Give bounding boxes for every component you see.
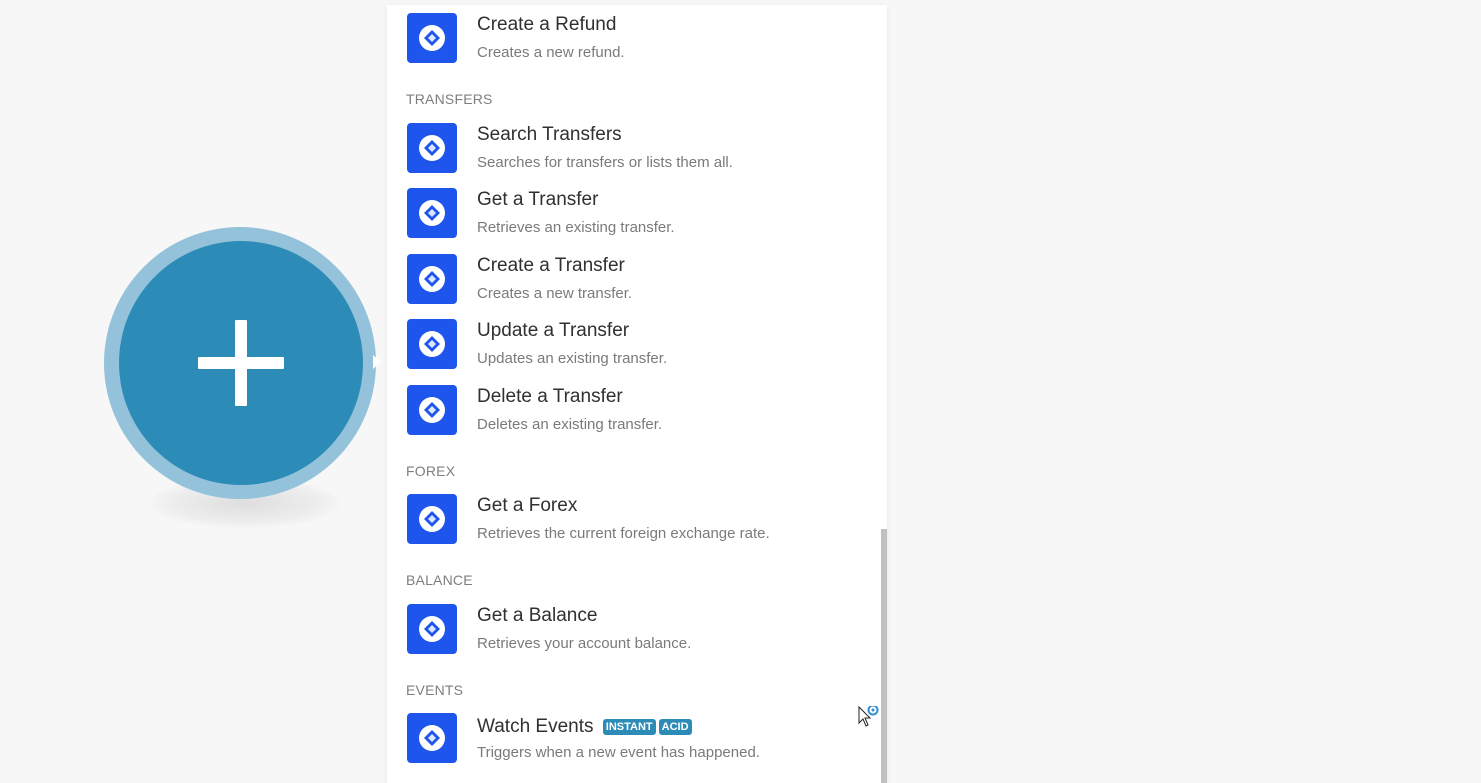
instant-badge: INSTANT [602, 719, 656, 735]
module-title: Get a Forex [477, 495, 578, 516]
app-logo-icon [407, 319, 457, 369]
module-description: Creates a new transfer. [477, 285, 633, 302]
scrollbar-track[interactable] [881, 5, 887, 783]
app-logo-icon [407, 385, 457, 435]
module-description: Retrieves the current foreign exchange r… [477, 525, 770, 542]
plus-icon-bar [198, 357, 284, 369]
module-item-create-refund[interactable]: Create a Refund Creates a new refund. [407, 11, 867, 63]
module-title: Create a Transfer [477, 255, 625, 276]
module-description: Deletes an existing transfer. [477, 416, 663, 433]
app-logo-icon [407, 188, 457, 238]
module-description: Triggers when a new event has happened. [477, 744, 760, 761]
acid-badge: ACID [658, 719, 692, 735]
module-description: Searches for transfers or lists them all… [477, 154, 733, 171]
badge-group: INSTANT ACID [602, 714, 695, 736]
module-description: Updates an existing transfer. [477, 350, 668, 367]
app-logo-icon [407, 494, 457, 544]
module-item-delete-transfer[interactable]: Delete a Transfer Deletes an existing tr… [407, 383, 867, 435]
module-list-panel[interactable]: Create a Refund Creates a new refund. TR… [387, 5, 887, 783]
module-title: Delete a Transfer [477, 386, 623, 407]
module-title: Get a Balance [477, 605, 598, 626]
app-logo-icon [407, 13, 457, 63]
module-title: Update a Transfer [477, 320, 630, 341]
app-logo-icon [407, 604, 457, 654]
module-item-create-transfer[interactable]: Create a Transfer Creates a new transfer… [407, 252, 867, 304]
module-item-search-transfers[interactable]: Search Transfers Searches for transfers … [407, 121, 867, 173]
module-item-get-balance[interactable]: Get a Balance Retrieves your account bal… [407, 602, 867, 654]
section-heading-transfers: TRANSFERS [406, 91, 493, 107]
scenario-canvas: Create a Refund Creates a new refund. TR… [0, 0, 1481, 783]
module-item-watch-events[interactable]: Watch Events INSTANT ACID Triggers when a… [407, 711, 867, 763]
app-logo-icon [407, 123, 457, 173]
scrollbar-thumb[interactable] [881, 529, 887, 783]
module-description: Retrieves an existing transfer. [477, 219, 675, 236]
popover-pointer [373, 355, 381, 369]
module-title: Create a Refund [477, 14, 617, 35]
mouse-pointer-icon [858, 704, 882, 735]
module-title: Get a Transfer [477, 189, 599, 210]
add-module-button[interactable] [119, 241, 363, 485]
app-logo-icon [407, 254, 457, 304]
section-heading-events: EVENTS [406, 682, 464, 698]
module-title: Search Transfers [477, 124, 622, 145]
section-heading-forex: FOREX [406, 463, 456, 479]
module-item-update-transfer[interactable]: Update a Transfer Updates an existing tr… [407, 317, 867, 369]
module-item-get-forex[interactable]: Get a Forex Retrieves the current foreig… [407, 492, 867, 544]
module-title: Watch Events INSTANT ACID [477, 714, 695, 738]
module-description: Creates a new refund. [477, 44, 625, 61]
section-heading-balance: BALANCE [406, 572, 473, 588]
module-title-text: Watch Events [477, 716, 594, 737]
app-logo-icon [407, 713, 457, 763]
module-item-get-transfer[interactable]: Get a Transfer Retrieves an existing tra… [407, 186, 867, 238]
module-description: Retrieves your account balance. [477, 635, 692, 652]
